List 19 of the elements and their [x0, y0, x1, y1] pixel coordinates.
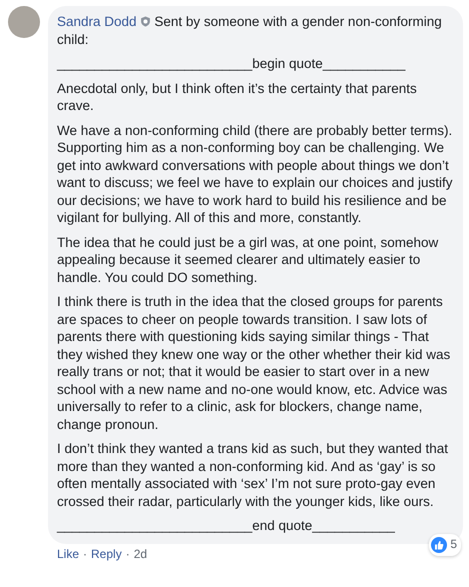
reaction-count[interactable]: 5 — [429, 534, 461, 556]
comment-text: We have a non-conforming child (there are probably better terms). Supporting him as a non-conforming boy can be challenging. We get into awkward conversations with people about things we don’t want to discuss; we feel we have to explain our choices and justify our decisions; we have to work hard to build his resilience and be vigilant for bullying. All of this and more, constantly. — [57, 122, 454, 226]
comment-text: Anecdotal only, but I think often it’s the certainty that parents crave. — [57, 80, 418, 114]
separator-dot: · — [126, 546, 130, 562]
timestamp[interactable]: 2d — [134, 546, 148, 562]
comment-text: __________________________end quote___________ — [57, 517, 396, 534]
author-link[interactable]: Sandra Dodd — [57, 14, 137, 29]
comment-text: The idea that he could just be a girl was, at one point, somehow appealing because it seemed clearer and ultimately easier to handle. You could DO something. — [57, 234, 440, 286]
comment-text: I don’t think they wanted a trans kid as such, but they wanted that more than they wanted a non-conforming kid. And as ‘gay’ is so often mentally associated with ‘sex’ I’m not sure proto-gay even crossed their radar, particularly with the younger kids, like ours. — [57, 440, 449, 510]
comment-text: __________________________begin quote___________ — [57, 55, 406, 72]
action-link[interactable]: Reply — [91, 546, 122, 562]
comment-text: Sandra Dodd Sent by someone with a gender non-conforming child: — [57, 13, 443, 48]
shield-icon — [140, 16, 151, 27]
action-link[interactable]: Like — [57, 546, 80, 562]
separator-dot: · — [83, 546, 88, 562]
avatar-photo — [8, 6, 40, 38]
comment-text: I think there is truth in the idea that the closed groups for parents are spaces to cheer on people towards transition. I saw lots of parents there with questioning kids saying similar things - That they wished they knew one way or the other whether their kid was really trans or not; that it would be easier to start over in a new school with a new name and no-one would know, etc. Advice was universally to refer to a clinic, ask for blockers, change name, change pronoun. — [57, 293, 452, 433]
reaction-number: 5 — [450, 536, 457, 553]
thumbs-up-icon — [431, 536, 448, 553]
